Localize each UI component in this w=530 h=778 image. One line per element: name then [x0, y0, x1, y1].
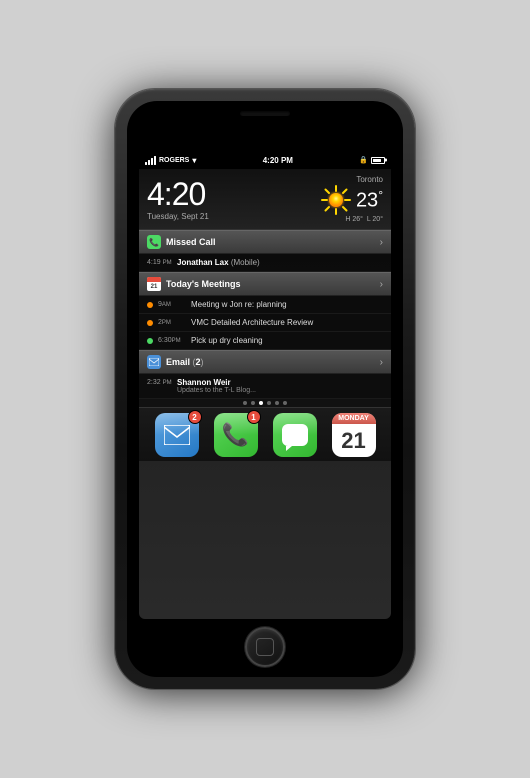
meeting-dot-1 — [147, 302, 153, 308]
meeting-time-3: 6:30PM — [158, 337, 186, 344]
phone-app-container[interactable]: 📞 1 — [214, 413, 258, 457]
meeting-row-2: 2PM VMC Detailed Architecture Review — [139, 314, 391, 332]
cal-day-mini: 21 — [147, 282, 161, 291]
missed-call-row: 4:19 PM Jonathan Lax (Mobile) — [139, 254, 391, 272]
meetings-header[interactable]: 21 Today's Meetings › — [139, 272, 391, 296]
weather-section: Toronto — [320, 175, 383, 223]
calendar-app-inner: Monday 21 — [332, 413, 376, 457]
phone-device: ROGERS ▾ 4:20 PM 🔒 4:20 Tuesday, — [115, 89, 415, 689]
status-bar: ROGERS ▾ 4:20 PM 🔒 — [139, 151, 391, 169]
email-title: Email (2) — [166, 357, 204, 367]
dock-dot-5 — [275, 401, 279, 405]
messages-bubble-icon — [282, 424, 308, 446]
dock-dot-1 — [243, 401, 247, 405]
calendar-day-number: 21 — [332, 424, 376, 457]
meeting-title-2: VMC Detailed Architecture Review — [191, 318, 383, 327]
weather-range: H 26° L 20° — [345, 216, 383, 223]
phone-handset-icon: 📞 — [222, 422, 249, 448]
lock-screen: 4:20 Tuesday, Sept 21 Toronto — [139, 169, 391, 619]
meeting-row-1: 9AM Meeting w Jon re: planning — [139, 296, 391, 314]
calendar-month-header: Monday — [332, 413, 376, 424]
weather-temperature: 23° — [356, 188, 383, 213]
clock-date: Tuesday, Sept 21 — [147, 212, 209, 221]
mail-envelope-icon — [164, 425, 190, 445]
meeting-title-1: Meeting w Jon re: planning — [191, 300, 383, 309]
signal-bars-icon — [145, 156, 156, 165]
calendar-app-icon[interactable]: Monday 21 — [332, 413, 376, 457]
meeting-title-3: Pick up dry cleaning — [191, 336, 383, 345]
messages-app-container[interactable] — [273, 413, 317, 457]
status-left: ROGERS ▾ — [145, 156, 196, 165]
battery-icon — [371, 157, 385, 164]
dock-dot-2 — [251, 401, 255, 405]
dock-dot-6 — [283, 401, 287, 405]
mail-app-container[interactable]: 2 — [155, 413, 199, 457]
screen: ROGERS ▾ 4:20 PM 🔒 4:20 Tuesday, — [139, 151, 391, 619]
weather-city: Toronto — [356, 175, 383, 184]
lock-icon: 🔒 — [359, 156, 368, 164]
missed-call-content: Jonathan Lax (Mobile) — [177, 258, 383, 267]
clock-section: 4:20 Tuesday, Sept 21 — [147, 178, 209, 221]
dock-dot-3-active — [259, 401, 263, 405]
meeting-time-2: 2PM — [158, 319, 186, 326]
mail-badge: 2 — [188, 410, 202, 424]
meeting-dot-3 — [147, 338, 153, 344]
weather-main: 23° — [320, 184, 383, 216]
calendar-notif-icon: 21 — [147, 277, 161, 291]
email-header-left: Email (2) — [147, 355, 204, 369]
meeting-row-3: 6:30PM Pick up dry cleaning — [139, 332, 391, 350]
meetings-chevron-icon: › — [380, 279, 383, 290]
missed-call-title: Missed Call — [166, 237, 216, 247]
meetings-header-left: 21 Today's Meetings — [147, 277, 241, 291]
email-row: 2:32 PM Shannon Weir Updates to the T-L … — [139, 374, 391, 399]
app-dock: 2 📞 1 — [139, 407, 391, 461]
missed-call-time: 4:19 PM — [147, 259, 177, 266]
messages-app-icon[interactable] — [273, 413, 317, 457]
phone-notif-icon: 📞 — [147, 235, 161, 249]
dock-dots — [139, 399, 391, 407]
carrier-label: ROGERS — [159, 157, 189, 164]
phone-inner: ROGERS ▾ 4:20 PM 🔒 4:20 Tuesday, — [127, 101, 403, 677]
home-button[interactable] — [245, 627, 285, 667]
missed-call-chevron-icon: › — [380, 237, 383, 248]
clock-weather-widget: 4:20 Tuesday, Sept 21 Toronto — [139, 169, 391, 230]
home-button-icon — [256, 638, 274, 656]
mail-notif-icon — [147, 355, 161, 369]
email-time: 2:32 PM — [147, 379, 177, 386]
phone-badge: 1 — [247, 410, 261, 424]
email-chevron-icon: › — [380, 357, 383, 368]
sun-icon — [320, 184, 352, 216]
status-time: 4:20 PM — [263, 156, 293, 165]
email-content: Shannon Weir Updates to the T-L Blog... — [177, 378, 383, 394]
meeting-dot-2 — [147, 320, 153, 326]
battery-fill — [373, 159, 381, 162]
missed-call-header[interactable]: 📞 Missed Call › — [139, 230, 391, 254]
email-header[interactable]: Email (2) › — [139, 350, 391, 374]
calendar-app-container[interactable]: Monday 21 — [332, 413, 376, 457]
meetings-title: Today's Meetings — [166, 279, 241, 289]
wifi-icon: ▾ — [192, 156, 196, 165]
status-right: 🔒 — [359, 156, 385, 164]
clock-time: 4:20 — [147, 178, 209, 210]
missed-call-header-left: 📞 Missed Call — [147, 235, 216, 249]
meeting-time-1: 9AM — [158, 301, 186, 308]
dock-dot-4 — [267, 401, 271, 405]
